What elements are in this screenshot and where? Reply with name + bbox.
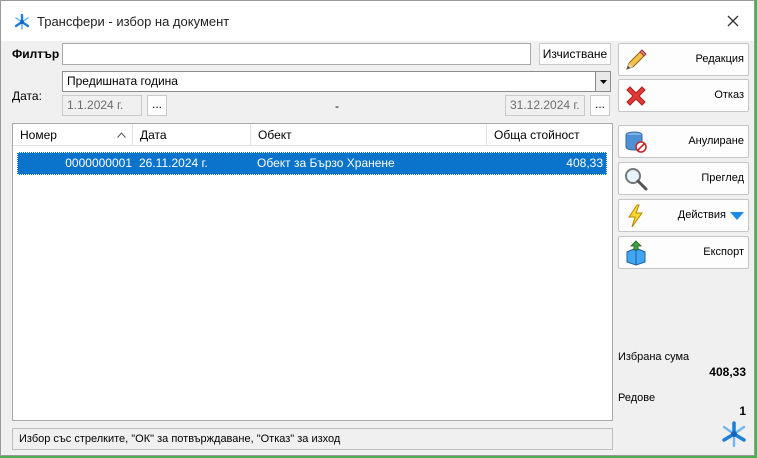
- window-title: Трансфери - избор на документ: [37, 14, 230, 29]
- database-cancel-icon: [625, 131, 647, 153]
- rows-count-label: Редове: [618, 392, 656, 404]
- app-logo-icon: [14, 13, 30, 30]
- date-to-picker-button[interactable]: ...: [590, 95, 610, 116]
- preview-button[interactable]: Преглед: [618, 162, 749, 195]
- chevron-down-icon[interactable]: [595, 72, 610, 91]
- transfer-selection-window: Трансфери - избор на документ Филтър Изч…: [0, 0, 755, 456]
- column-header-total[interactable]: Обща стойност: [487, 124, 612, 146]
- selected-sum-value: 408,33: [709, 365, 746, 379]
- column-header-object[interactable]: Обект: [251, 124, 487, 146]
- cell-number: 0000000001: [65, 156, 132, 170]
- column-header-date[interactable]: Дата: [133, 124, 251, 146]
- title-bar: Трансфери - избор на документ: [1, 1, 754, 41]
- dropdown-arrow-icon: [730, 212, 744, 220]
- edit-button[interactable]: Редакция: [618, 43, 749, 76]
- cell-date: 26.11.2024 г.: [139, 156, 208, 170]
- magnifier-icon: [625, 168, 648, 191]
- actions-menu-label: Действия: [677, 209, 726, 221]
- app-logo-icon: [722, 421, 746, 448]
- date-label: Дата:: [12, 89, 42, 103]
- status-bar: Избор със стрелките, "ОК" за потвърждава…: [12, 428, 613, 450]
- cancel-button[interactable]: Отказ: [618, 79, 749, 112]
- preview-button-label: Преглед: [701, 172, 744, 184]
- cancel-button-label: Отказ: [714, 89, 744, 101]
- column-header-number[interactable]: Номер: [13, 124, 133, 146]
- export-button[interactable]: Експорт: [618, 236, 749, 269]
- date-from-picker-button[interactable]: ...: [147, 95, 167, 116]
- filter-input[interactable]: [62, 43, 531, 65]
- cell-total: 408,33: [566, 156, 603, 170]
- annul-button-label: Анулиране: [688, 135, 744, 147]
- period-select[interactable]: Предишната година: [62, 71, 611, 92]
- selected-sum-label: Избрана сума: [618, 351, 690, 363]
- annul-button[interactable]: Анулиране: [618, 125, 749, 158]
- documents-table[interactable]: Номер Дата Обект Обща стойност 000000000…: [12, 123, 613, 421]
- actions-menu-button[interactable]: Действия: [618, 199, 749, 232]
- date-from-field[interactable]: 1.1.2024 г.: [62, 95, 142, 116]
- period-select-value: Предишната година: [67, 74, 178, 88]
- date-to-field[interactable]: 31.12.2024 г.: [505, 95, 585, 116]
- red-x-icon: [626, 86, 646, 106]
- cell-object: Обект за Бързо Хранене: [257, 156, 395, 170]
- close-button[interactable]: [722, 10, 744, 32]
- export-box-icon: [626, 240, 646, 266]
- lightning-icon: [628, 204, 643, 228]
- clear-button[interactable]: Изчистване: [539, 43, 611, 65]
- filter-label: Филтър: [12, 47, 60, 61]
- close-icon: [727, 15, 739, 27]
- sort-ascending-icon: [117, 132, 126, 138]
- edit-button-label: Редакция: [695, 53, 744, 65]
- table-header: Номер Дата Обект Обща стойност: [13, 124, 612, 146]
- pencil-icon: [626, 49, 647, 70]
- rows-count-value: 1: [739, 404, 746, 418]
- export-button-label: Експорт: [703, 246, 744, 258]
- table-row[interactable]: 0000000001 26.11.2024 г. Обект за Бързо …: [17, 152, 607, 175]
- date-range-separator: -: [335, 99, 339, 113]
